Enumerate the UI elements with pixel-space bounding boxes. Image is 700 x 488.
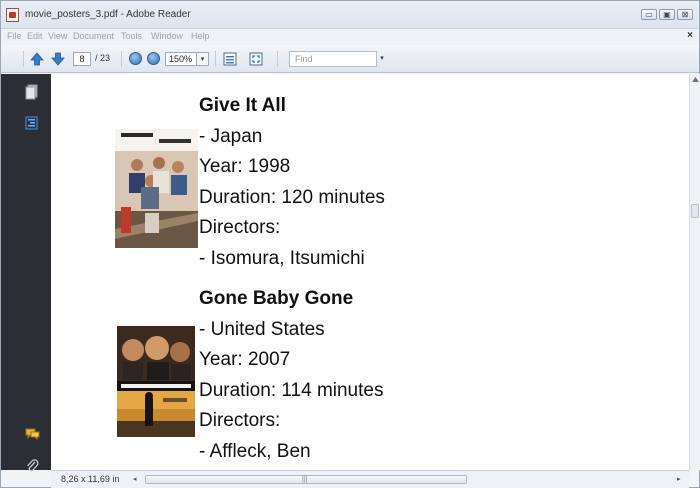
movie-year: Year: 1998 [199,156,291,177]
menu-tools[interactable]: Tools [121,31,142,41]
menu-file[interactable]: File [7,31,22,41]
window-title: movie_posters_3.pdf - Adobe Reader [25,9,191,20]
movie-poster-give-it-all [115,129,198,248]
toolbar-separator [277,51,278,67]
adobe-reader-window: movie_posters_3.pdf - Adobe Reader ▭ ▣ ⊠… [0,0,700,488]
comments-icon[interactable] [25,428,40,440]
document-view[interactable]: Give It All - Japan Year: 1998 Duration:… [51,74,689,470]
previous-page-arrow-icon[interactable] [30,52,44,66]
toolbar: 8 / 23 150% ▾ Find ▾ [1,45,699,73]
zoom-out-icon[interactable] [129,52,142,65]
movie-country: - United States [199,318,325,340]
menu-document[interactable]: Document [73,31,114,41]
scroll-up-arrow-icon[interactable] [692,77,699,82]
horizontal-scrollbar-thumb[interactable]: ||| [145,475,467,484]
movie-poster-gone-baby-gone [117,326,195,437]
scroll-right-arrow-icon[interactable]: ▸ [677,475,681,483]
movie-entry: Give It All - Japan Year: 1998 Duration:… [199,91,385,274]
movie-country: - Japan [199,125,263,147]
fit-width-icon[interactable] [223,52,237,66]
vertical-scrollbar[interactable] [689,74,700,470]
movie-entry: Gone Baby Gone - United States Year: 200… [199,284,383,467]
page-size-label: 8,26 x 11,69 in [61,474,120,484]
zoom-level-input[interactable]: 150% [165,52,197,66]
zoom-in-icon[interactable] [147,52,160,65]
attachments-paperclip-icon[interactable] [25,458,39,474]
title-bar: movie_posters_3.pdf - Adobe Reader ▭ ▣ ⊠ [1,1,699,29]
minimize-button[interactable]: ▭ [641,9,657,20]
movie-year: Year: 2007 [199,349,291,370]
status-bar: 8,26 x 11,69 in ◂ ||| ▸ [51,470,689,488]
toolbar-separator [215,51,216,67]
bookmarks-panel-icon[interactable] [25,116,38,130]
close-button[interactable]: ⊠ [677,9,693,20]
movie-duration: Duration: 114 minutes [199,379,384,401]
page-number-input[interactable]: 8 [73,52,91,66]
document-close-button[interactable]: × [687,30,693,41]
menu-window[interactable]: Window [151,31,183,41]
find-dropdown[interactable]: ▾ [377,51,387,67]
next-page-arrow-icon[interactable] [51,52,65,66]
movie-director: - Affleck, Ben [199,440,311,462]
horizontal-scrollbar[interactable]: ◂ ||| ▸ [129,474,687,485]
vertical-scrollbar-thumb[interactable] [691,204,699,218]
scroll-left-arrow-icon[interactable]: ◂ [133,475,137,483]
movie-duration: Duration: 120 minutes [199,186,385,208]
menu-edit[interactable]: Edit [27,31,43,41]
fit-page-icon[interactable] [249,52,263,66]
menu-view[interactable]: View [48,31,67,41]
pages-panel-icon[interactable] [25,84,38,100]
maximize-button[interactable]: ▣ [659,9,675,20]
menu-bar: File Edit View Document Tools Window Hel… [1,29,699,45]
pdf-file-icon [6,8,19,22]
scrollbar-grip: ||| [302,476,308,483]
toolbar-separator [121,51,122,67]
find-input[interactable]: Find [289,51,377,67]
movie-director: - Isomura, Itsumichi [199,247,365,269]
movie-directors-label: Directors: [199,217,281,238]
page-count: / 23 [95,53,111,63]
toolbar-separator [23,51,24,67]
movie-title: Gone Baby Gone [199,288,354,309]
movie-directors-label: Directors: [199,410,281,431]
navigation-panel [1,74,51,472]
movie-title: Give It All [199,95,286,116]
menu-help[interactable]: Help [191,31,210,41]
zoom-dropdown[interactable]: ▾ [197,52,209,66]
